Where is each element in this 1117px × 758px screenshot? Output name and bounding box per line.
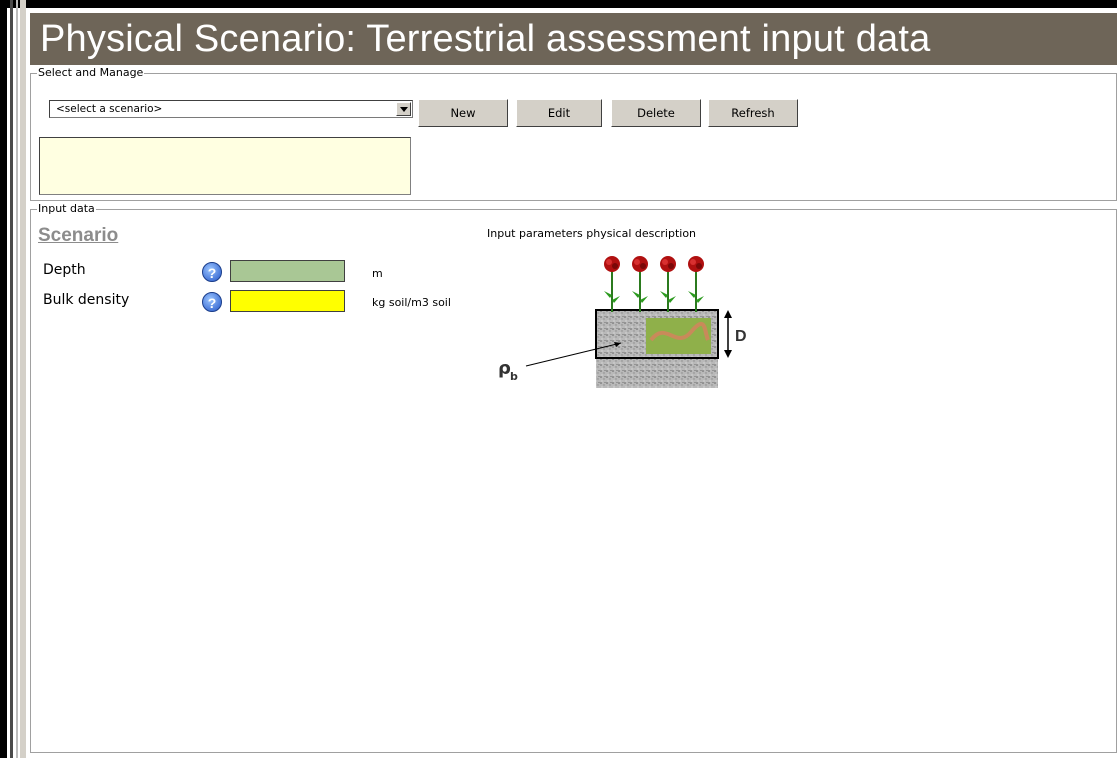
main-panel: Select and Manage <select a scenario> Ne… <box>30 65 1117 753</box>
scenario-description-box[interactable] <box>39 137 411 195</box>
depth-symbol: D <box>735 328 747 345</box>
chevron-down-icon[interactable] <box>396 102 411 116</box>
depth-unit: m <box>372 267 383 280</box>
left-border-shade <box>16 0 18 758</box>
section-title-scenario: Scenario <box>38 225 119 246</box>
bulk-density-label: Bulk density <box>43 292 130 308</box>
left-border-inner <box>10 0 13 758</box>
bulk-density-input[interactable] <box>230 290 345 312</box>
depth-label: Depth <box>43 262 86 278</box>
page-title: Physical Scenario: Terrestrial assessmen… <box>30 13 1117 65</box>
edit-button[interactable]: Edit <box>516 99 602 127</box>
rho-subscript: b <box>510 370 518 383</box>
left-border <box>0 0 7 758</box>
left-scroll-strip <box>20 0 26 758</box>
help-icon[interactable]: ? <box>202 262 222 282</box>
scenario-select[interactable]: <select a scenario> <box>49 100 413 118</box>
top-border <box>0 0 1117 8</box>
delete-button[interactable]: Delete <box>611 99 701 127</box>
help-icon[interactable]: ? <box>202 292 222 312</box>
refresh-button[interactable]: Refresh <box>708 99 798 127</box>
select-manage-group: Select and Manage <select a scenario> Ne… <box>30 66 1117 201</box>
depth-input[interactable] <box>230 260 345 282</box>
description-title: Input parameters physical description <box>487 227 697 240</box>
new-button[interactable]: New <box>418 99 508 127</box>
input-data-legend: Input data <box>37 202 96 215</box>
soil-diagram: D ρ b <box>498 256 747 388</box>
scenario-select-value: <select a scenario> <box>56 103 163 115</box>
flower-icons <box>604 256 704 312</box>
bulk-density-unit: kg soil/m3 soil <box>372 296 451 309</box>
depth-arrow-icon <box>724 310 732 358</box>
select-manage-legend: Select and Manage <box>37 66 145 79</box>
